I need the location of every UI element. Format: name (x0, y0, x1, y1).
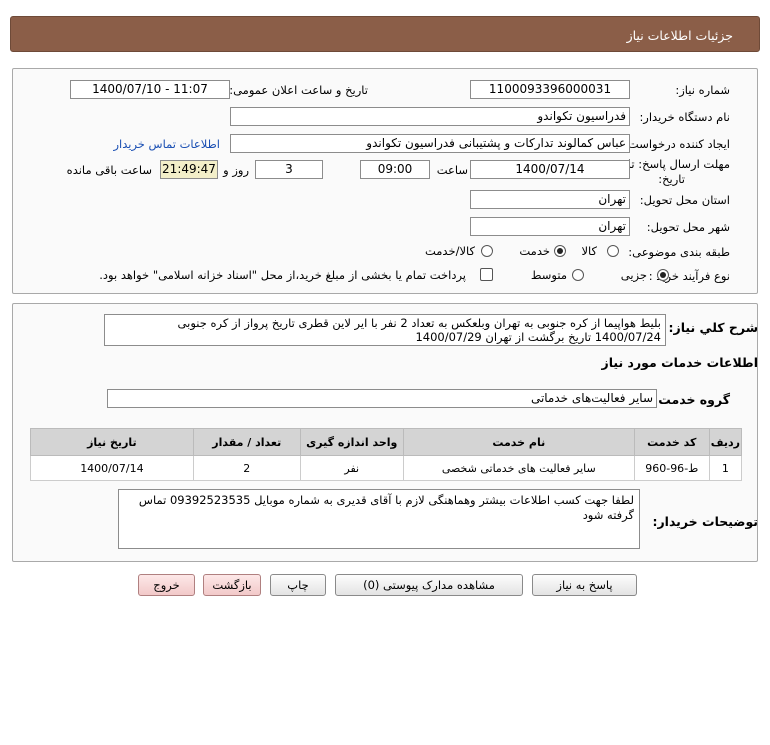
back-button[interactable]: بازگشت (203, 574, 261, 596)
category-radio-service[interactable] (554, 245, 566, 257)
deadline-time-label: ساعت (436, 163, 468, 177)
process-radio-minor[interactable] (657, 269, 669, 281)
services-table-header: ردیف کد خدمت نام خدمت واحد اندازه گیری ت… (30, 428, 743, 456)
category-option-goods-service: کالا/خدمت (424, 244, 475, 258)
city-field[interactable]: تهران (470, 217, 630, 236)
cell-need-date: 1400/07/14 (30, 455, 194, 481)
cell-row: 1 (708, 455, 743, 481)
service-group-label: گروه خدمت: (653, 392, 730, 407)
need-number-label: شماره نیاز: (675, 83, 730, 97)
deadline-time-field[interactable]: 09:00 (360, 160, 430, 179)
cell-unit: نفر (299, 455, 404, 481)
reply-button[interactable]: پاسخ به نیاز (532, 574, 637, 596)
requester-field[interactable]: عباس کمالوند تدارکات و پشتیبانی فدراسیون… (230, 134, 630, 153)
deadline-days-label: روز و (223, 163, 249, 177)
cell-quantity: 2 (192, 455, 301, 481)
col-service-name: نام خدمت (402, 428, 635, 456)
col-quantity: تعداد / مقدار (192, 428, 301, 456)
deadline-days-field[interactable]: 3 (255, 160, 323, 179)
need-number-field[interactable]: 1100093396000031 (470, 80, 630, 99)
exit-button[interactable]: خروج (138, 574, 195, 596)
process-option-minor: جزیی (620, 268, 647, 282)
cell-service-name: سایر فعالیت های خدماتی شخصی (402, 455, 635, 481)
buyer-org-label: نام دستگاه خریدار: (639, 110, 730, 124)
treasury-checkbox[interactable] (480, 268, 493, 281)
process-option-medium: متوسط (530, 268, 567, 282)
print-button[interactable]: چاپ (270, 574, 326, 596)
header-bar: جزئیات اطلاعات نیاز (10, 16, 760, 52)
buyer-contact-link[interactable]: اطلاعات تماس خریدار (113, 137, 220, 151)
deadline-label-line2: تاریخ: (658, 172, 685, 186)
col-service-code: کد خدمت (633, 428, 710, 456)
col-unit: واحد اندازه گیری (299, 428, 404, 456)
requester-label: ایجاد کننده درخواست: (624, 137, 730, 151)
province-field[interactable]: تهران (470, 190, 630, 209)
summary-text: بلیط هواپیما از کره جنوبی به تهران وبلعک… (177, 316, 661, 344)
col-need-date: تاریخ نیاز (30, 428, 194, 456)
buyer-notes-box: لطفا جهت کسب اطلاعات بیشتر وهماهنگی لازم… (118, 489, 640, 549)
view-attachments-button[interactable]: مشاهده مدارک پیوستی (0) (335, 574, 523, 596)
remaining-time-label: ساعت باقی مانده (66, 163, 152, 177)
buyer-notes-label: توضیحات خریدار: (652, 514, 758, 529)
cell-service-code: ط-96-960 (633, 455, 710, 481)
summary-box: بلیط هواپیما از کره جنوبی به تهران وبلعک… (104, 314, 666, 346)
need-details-panel (12, 68, 758, 294)
category-radio-goods-service[interactable] (481, 245, 493, 257)
city-label: شهر محل تحویل: (646, 220, 730, 234)
process-radio-medium[interactable] (572, 269, 584, 281)
province-label: استان محل تحویل: (639, 193, 730, 207)
services-table: ردیف کد خدمت نام خدمت واحد اندازه گیری ت… (30, 428, 743, 481)
services-section-title: اطلاعات خدمات مورد نیاز (601, 355, 759, 370)
table-row: 1 ط-96-960 سایر فعالیت های خدماتی شخصی ن… (30, 455, 743, 481)
deadline-label-line1: مهلت ارسال پاسخ: تا (627, 157, 730, 171)
page-title: جزئیات اطلاعات نیاز (626, 28, 733, 43)
category-radio-goods[interactable] (607, 245, 619, 257)
category-option-goods: کالا (581, 244, 597, 258)
category-option-service: خدمت (519, 244, 550, 258)
buyer-org-field[interactable]: فدراسیون تکواندو (230, 107, 630, 126)
category-label: طبقه بندی موضوعی: (628, 245, 730, 259)
buyer-notes-text: لطفا جهت کسب اطلاعات بیشتر وهماهنگی لازم… (138, 493, 634, 522)
announce-date-label: تاریخ و ساعت اعلان عمومی: (229, 83, 368, 97)
announce-date-field[interactable]: 1400/07/10 - 11:07 (70, 80, 230, 99)
deadline-date-field[interactable]: 1400/07/14 (470, 160, 630, 179)
remaining-time-field: 21:49:47 (160, 160, 218, 179)
summary-label: شرح کلي نياز: (668, 320, 758, 335)
treasury-note: پرداخت تمام یا بخشی از مبلغ خرید،از محل … (99, 268, 466, 282)
service-group-field[interactable]: سایر فعالیت‌های خدماتی (107, 389, 657, 408)
col-row: ردیف (708, 428, 743, 456)
